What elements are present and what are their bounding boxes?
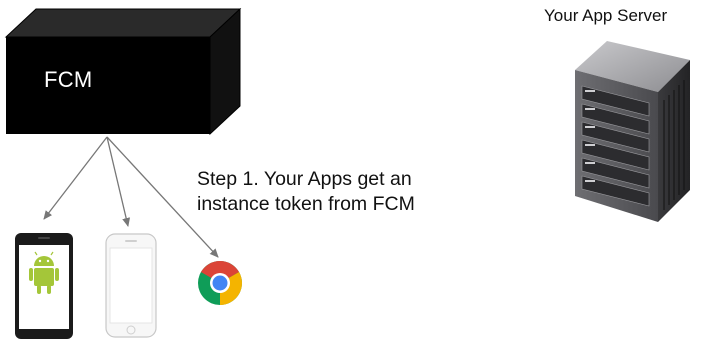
server-rack-icon [575, 41, 690, 222]
fcm-box [4, 7, 242, 136]
fcm-label: FCM [44, 67, 93, 92]
server-label: Your App Server [544, 6, 668, 25]
arrow-to-android [43, 136, 108, 220]
arrow-to-iphone [106, 136, 131, 227]
step-caption-line-2: instance token from FCM [197, 193, 415, 215]
iphone-icon [105, 233, 157, 338]
step-caption-line-1: Step 1. Your Apps get an [197, 168, 412, 190]
chrome-browser-icon [198, 261, 242, 305]
android-phone-icon [15, 233, 73, 339]
step-caption: Step 1. Your Apps get an instance token … [197, 167, 497, 217]
